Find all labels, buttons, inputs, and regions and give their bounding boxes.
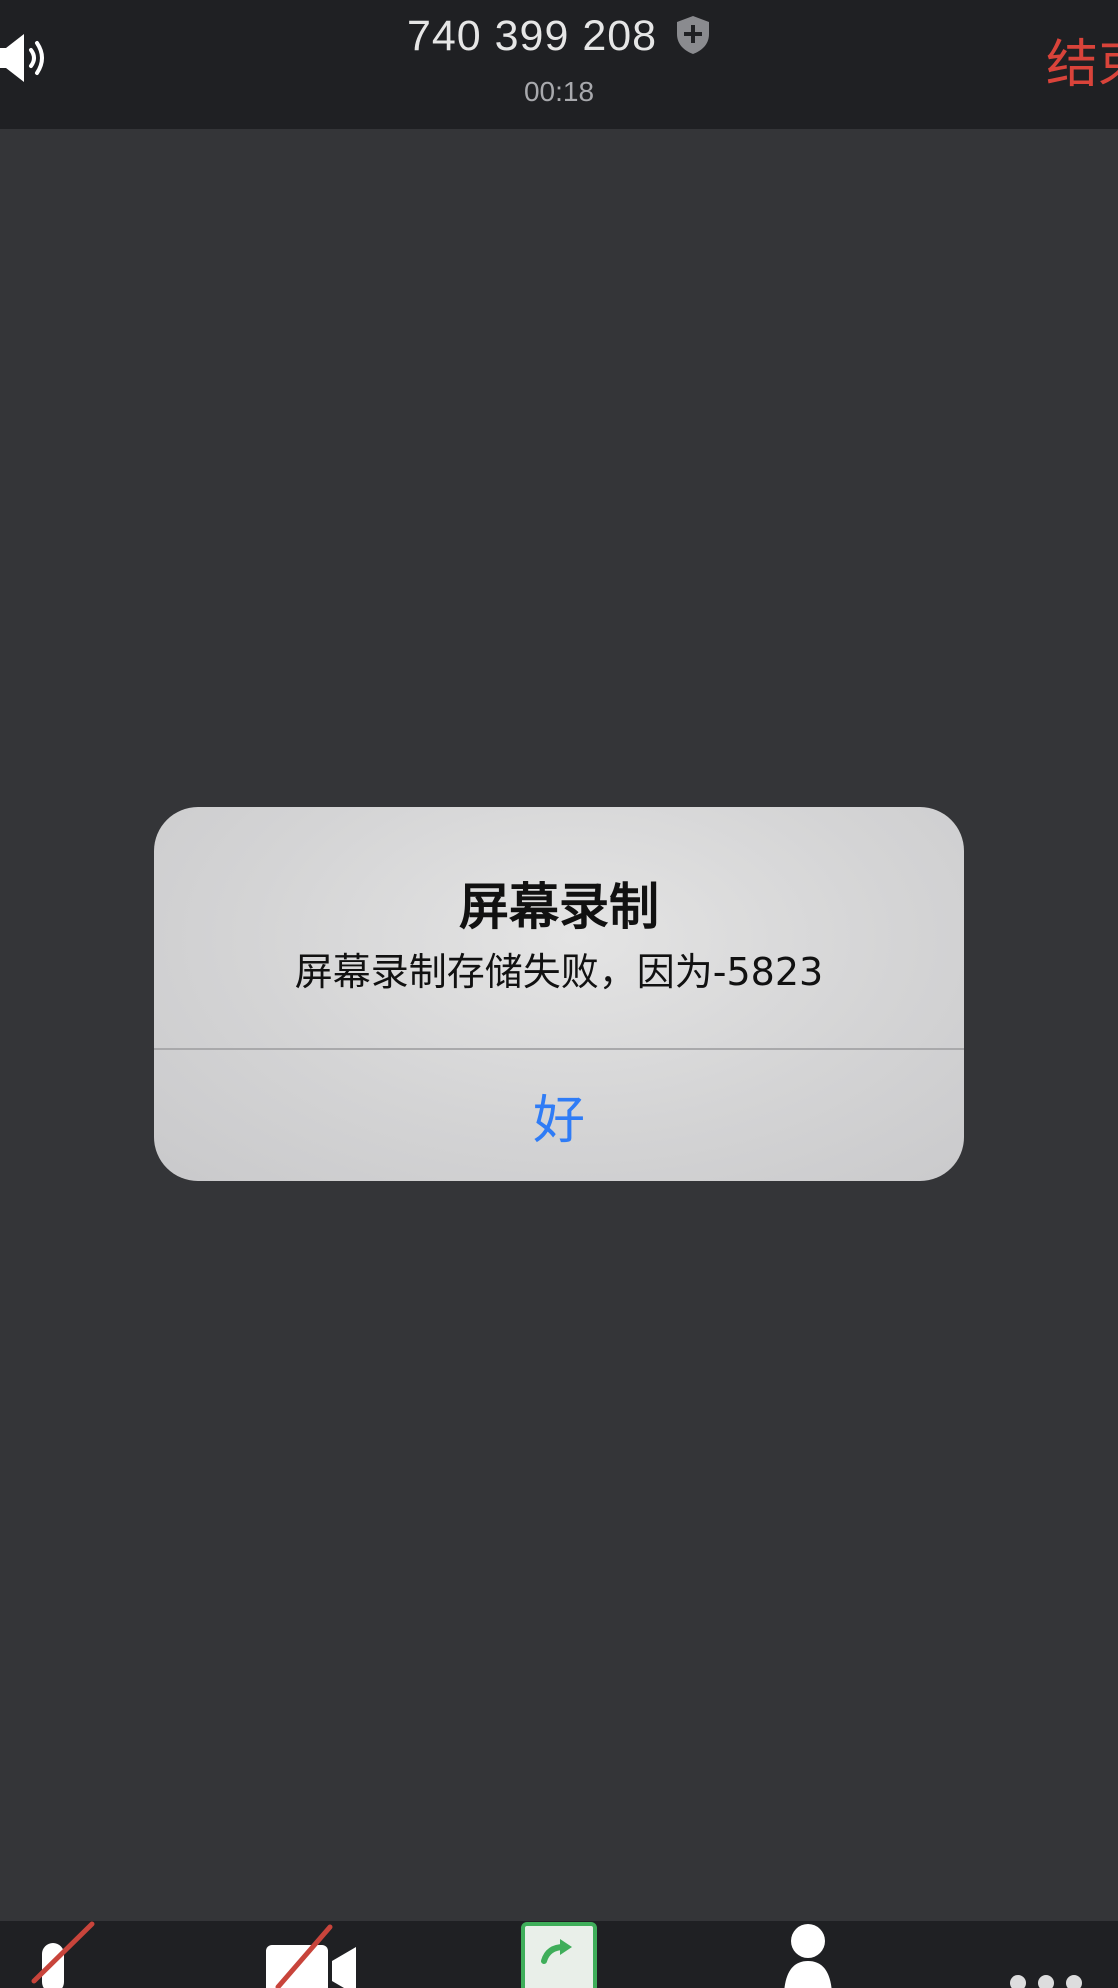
- bottom-toolbar: [0, 1921, 1118, 1988]
- meeting-timer: 00:18: [523, 76, 595, 107]
- microphone-off-icon: [31, 1921, 95, 1988]
- share-arrow-icon: [521, 1922, 597, 1988]
- end-meeting-button[interactable]: 结束: [1046, 22, 1118, 97]
- more-dots-icon: [1010, 1975, 1082, 1988]
- alert-title: 屏幕录制: [459, 878, 659, 936]
- stop-video-button[interactable]: [262, 1921, 362, 1988]
- top-bar: 740 399 208 00:18 结束: [0, 0, 1118, 129]
- shield-icon: [675, 15, 711, 55]
- meeting-info[interactable]: 740 399 208: [0, 6, 1118, 66]
- person-icon: [784, 1924, 832, 1988]
- mute-audio-button[interactable]: [30, 1921, 100, 1988]
- alert-ok-button[interactable]: 好: [154, 1050, 964, 1181]
- participants-button[interactable]: [772, 1921, 842, 1988]
- meeting-id: 740 399 208: [406, 11, 658, 60]
- meeting-screen: 740 399 208 00:18 结束 屏幕录制 屏幕录制存储失败，因为-58…: [0, 0, 1118, 1988]
- video-camera-off-icon: [266, 1924, 356, 1988]
- alert-message: 屏幕录制存储失败，因为-5823: [294, 950, 824, 994]
- more-button[interactable]: [996, 1921, 1096, 1988]
- screen-recording-alert: 屏幕录制 屏幕录制存储失败，因为-5823 好: [154, 807, 964, 1181]
- share-screen-button[interactable]: [520, 1921, 598, 1988]
